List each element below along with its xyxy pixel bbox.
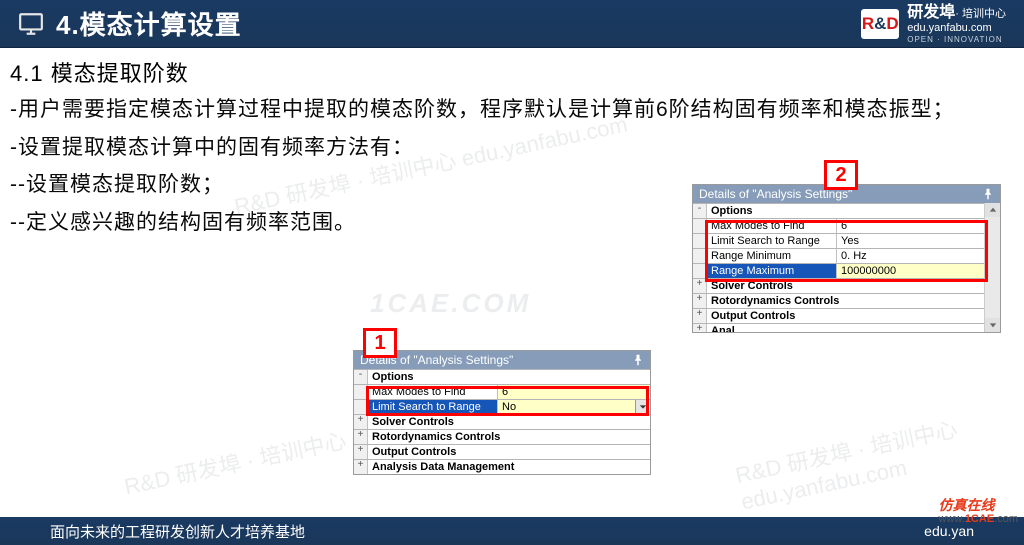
prop-key: Max Modes to Find	[368, 385, 498, 399]
brand-sub: · 培训中心	[955, 8, 1006, 20]
prop-key: Range Maximum	[707, 264, 837, 278]
prop-key: Limit Search to Range	[368, 400, 498, 414]
panel-titlebar[interactable]: Details of "Analysis Settings"	[354, 351, 650, 369]
slide-content: 1CAE.COM R&D 研发埠 · 培训中心 edu.yanfabu.com …	[0, 48, 1024, 517]
brand-tagline: OPEN · INNOVATION	[907, 35, 1006, 45]
scroll-up-icon[interactable]	[985, 203, 1000, 217]
group-header[interactable]: Rotordynamics Controls	[368, 430, 650, 444]
brand-url: edu.yanfabu.com	[907, 22, 1006, 35]
corner-watermark: 仿真在线 www.1CAE.com	[939, 498, 1018, 525]
paragraph: -设置提取模态计算中的固有频率方法有：	[10, 132, 1010, 164]
group-header[interactable]: Output Controls	[707, 309, 984, 323]
expand-icon[interactable]: +	[693, 324, 707, 332]
pin-icon[interactable]	[982, 188, 994, 200]
brand-name: 研发埠	[907, 4, 955, 21]
chevron-down-icon[interactable]	[635, 400, 649, 414]
group-header[interactable]: Analysis Data Management	[368, 460, 650, 474]
group-header[interactable]: Options	[368, 370, 650, 384]
group-header[interactable]: Rotordynamics Controls	[707, 294, 984, 308]
expand-icon[interactable]: +	[693, 279, 707, 293]
prop-value-dropdown[interactable]: No	[498, 400, 650, 414]
footer-right: edu.yan	[924, 523, 974, 539]
group-header[interactable]: Solver Controls	[368, 415, 650, 429]
paragraph: -用户需要指定模态计算过程中提取的模态阶数，程序默认是计算前6阶结构固有频率和模…	[10, 94, 1010, 126]
slide-title: 4.模态计算设置	[56, 5, 242, 42]
collapse-icon[interactable]: -	[354, 370, 368, 384]
expand-icon[interactable]: +	[693, 309, 707, 323]
slide-footer: 面向未来的工程研发创新人才培养基地 edu.yan	[0, 517, 1024, 545]
callout-badge-1: 1	[363, 328, 397, 358]
group-header[interactable]: Options	[707, 204, 984, 218]
property-grid: -Options Max Modes to Find6 Limit Search…	[693, 203, 1000, 332]
brand-logo-icon: R&D	[861, 9, 899, 39]
prop-value[interactable]: 6	[837, 219, 984, 233]
expand-icon[interactable]: +	[693, 294, 707, 308]
prop-key: Range Minimum	[707, 249, 837, 263]
group-header[interactable]: Anal…	[707, 324, 984, 332]
section-label: 4.1 模态提取阶数	[10, 56, 1010, 88]
watermark-center: 1CAE.COM	[370, 288, 531, 319]
property-grid: -Options Max Modes to Find6 Limit Search…	[354, 369, 650, 474]
scroll-down-icon[interactable]	[985, 318, 1000, 332]
footer-left: 面向未来的工程研发创新人才培养基地	[50, 521, 305, 542]
callout-badge-2: 2	[824, 160, 858, 190]
brand-block: R&D 研发埠· 培训中心 edu.yanfabu.com OPEN · INN…	[861, 3, 1024, 45]
scrollbar[interactable]	[984, 203, 1000, 332]
expand-icon[interactable]: +	[354, 445, 368, 459]
corner-line1: 仿真在线	[939, 498, 1018, 513]
prop-value-input[interactable]: 6	[498, 385, 650, 399]
pin-icon[interactable]	[632, 354, 644, 366]
prop-key: Max Modes to Find	[707, 219, 837, 233]
expand-icon[interactable]: +	[354, 430, 368, 444]
prop-value[interactable]: 0. Hz	[837, 249, 984, 263]
monitor-icon	[18, 11, 44, 37]
group-header[interactable]: Output Controls	[368, 445, 650, 459]
group-header[interactable]: Solver Controls	[707, 279, 984, 293]
expand-icon[interactable]: +	[354, 415, 368, 429]
analysis-settings-panel-1: Details of "Analysis Settings" -Options …	[353, 350, 651, 475]
expand-icon[interactable]: +	[354, 460, 368, 474]
prop-value[interactable]: Yes	[837, 234, 984, 248]
prop-key: Limit Search to Range	[707, 234, 837, 248]
analysis-settings-panel-2: Details of "Analysis Settings" -Options …	[692, 184, 1001, 333]
slide-header: 4.模态计算设置 R&D 研发埠· 培训中心 edu.yanfabu.com O…	[0, 0, 1024, 48]
prop-value-input[interactable]: 100000000	[837, 264, 984, 278]
collapse-icon[interactable]: -	[693, 204, 707, 218]
